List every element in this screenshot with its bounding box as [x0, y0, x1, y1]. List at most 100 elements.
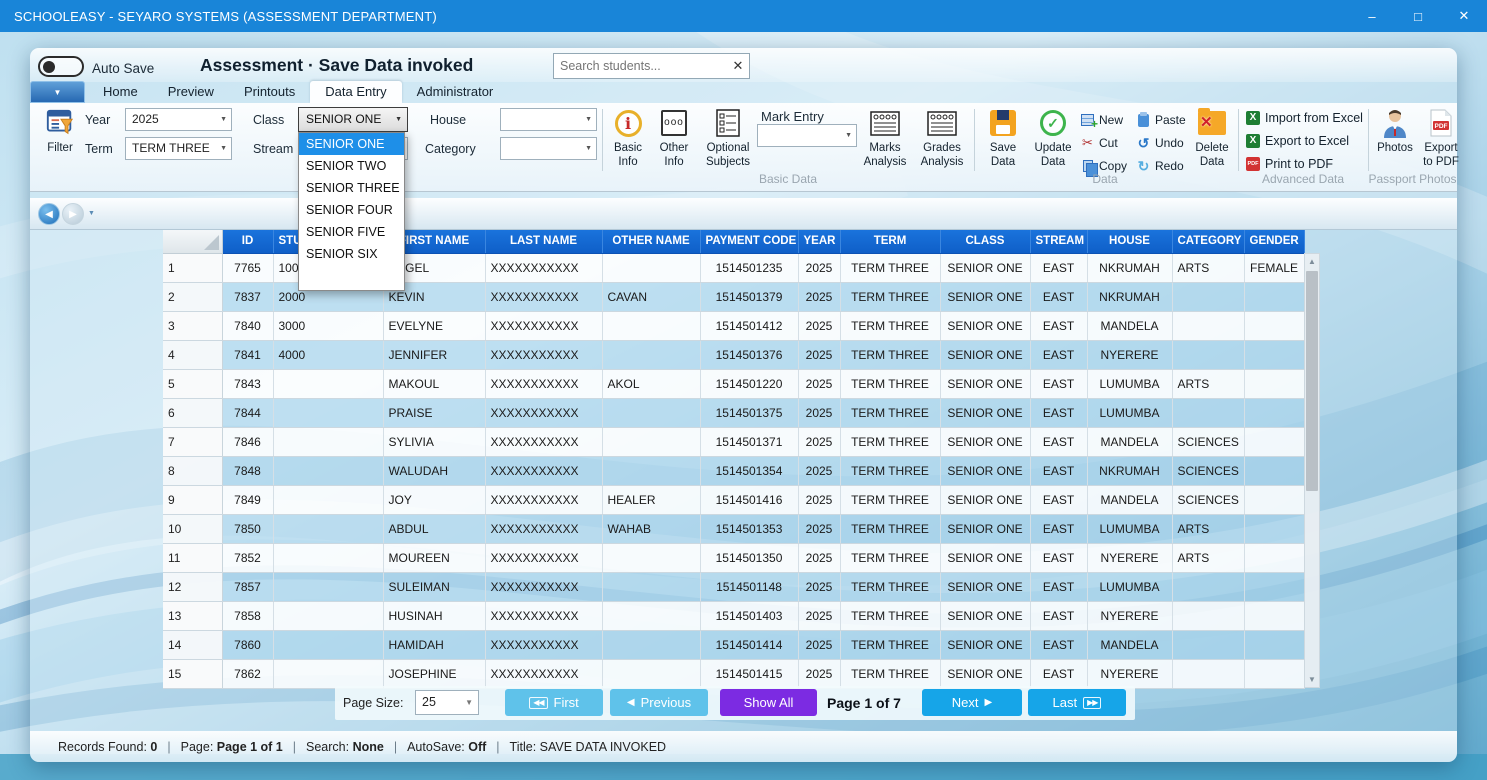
paste-button[interactable]: Paste [1136, 111, 1186, 129]
cell[interactable]: ABDUL [383, 514, 485, 543]
row-number[interactable]: 14 [163, 630, 222, 659]
cell[interactable]: 7843 [222, 369, 273, 398]
row-number[interactable]: 10 [163, 514, 222, 543]
cell[interactable]: 7862 [222, 659, 273, 688]
cell[interactable]: EAST [1030, 456, 1087, 485]
cell[interactable]: LUMUMBA [1087, 398, 1172, 427]
cell[interactable]: 7837 [222, 282, 273, 311]
cell[interactable]: HEALER [602, 485, 700, 514]
cell[interactable] [1244, 601, 1304, 630]
column-header[interactable]: STREAM [1030, 230, 1087, 253]
cell[interactable]: XXXXXXXXXXX [485, 253, 602, 282]
cell[interactable]: NYERERE [1087, 543, 1172, 572]
cell[interactable]: SCIENCES [1172, 485, 1244, 514]
delete-data-button[interactable]: Delete Data [1188, 107, 1236, 169]
class-select[interactable]: SENIOR ONE ▼ [298, 107, 408, 132]
class-option[interactable]: SENIOR SIX [299, 243, 404, 265]
cell[interactable]: EAST [1030, 514, 1087, 543]
cell[interactable] [602, 456, 700, 485]
tab-preview[interactable]: Preview [153, 81, 229, 103]
cell[interactable]: 1514501350 [700, 543, 798, 572]
cell[interactable]: LUMUMBA [1087, 514, 1172, 543]
cell[interactable]: 7846 [222, 427, 273, 456]
class-option[interactable]: SENIOR FOUR [299, 199, 404, 221]
row-number[interactable]: 5 [163, 369, 222, 398]
cell[interactable] [273, 369, 383, 398]
cell[interactable]: XXXXXXXXXXX [485, 340, 602, 369]
tab-printouts[interactable]: Printouts [229, 81, 310, 103]
cell[interactable]: ARTS [1172, 253, 1244, 282]
cell[interactable]: XXXXXXXXXXX [485, 282, 602, 311]
class-option[interactable]: SENIOR THREE [299, 177, 404, 199]
cell[interactable] [1172, 572, 1244, 601]
column-header[interactable]: TERM [840, 230, 940, 253]
cell[interactable]: TERM THREE [840, 282, 940, 311]
cell[interactable]: SCIENCES [1172, 456, 1244, 485]
table-row[interactable]: 127857SULEIMANXXXXXXXXXXX15145011482025T… [163, 572, 1304, 601]
cell[interactable]: TERM THREE [840, 340, 940, 369]
cell[interactable]: 2025 [798, 630, 840, 659]
cell[interactable] [602, 253, 700, 282]
column-header[interactable]: CATEGORY [1172, 230, 1244, 253]
cell[interactable]: MAKOUL [383, 369, 485, 398]
basic-info-button[interactable]: i Basic Info [606, 107, 650, 169]
cell[interactable]: 1514501354 [700, 456, 798, 485]
mark-entry-select[interactable]: ▼ [757, 124, 857, 147]
cell[interactable]: 1514501220 [700, 369, 798, 398]
cell[interactable]: ARTS [1172, 369, 1244, 398]
cell[interactable]: XXXXXXXXXXX [485, 572, 602, 601]
save-data-button[interactable]: Save Data [980, 107, 1026, 169]
cell[interactable]: EAST [1030, 659, 1087, 688]
column-header[interactable]: OTHER NAME [602, 230, 700, 253]
table-row[interactable]: 157862JOSEPHINEXXXXXXXXXXX15145014152025… [163, 659, 1304, 688]
cell[interactable]: MANDELA [1087, 427, 1172, 456]
cell[interactable] [1172, 282, 1244, 311]
cell[interactable]: SENIOR ONE [940, 485, 1030, 514]
select-all-corner[interactable] [163, 230, 222, 253]
cell[interactable]: SENIOR ONE [940, 601, 1030, 630]
last-page-button[interactable]: Last▶▶ [1028, 689, 1126, 716]
cell[interactable] [1244, 369, 1304, 398]
cell[interactable]: XXXXXXXXXXX [485, 659, 602, 688]
cell[interactable]: 1514501403 [700, 601, 798, 630]
cell[interactable] [1244, 543, 1304, 572]
table-row[interactable]: 57843MAKOULXXXXXXXXXXXAKOL15145012202025… [163, 369, 1304, 398]
table-row[interactable]: 378403000EVELYNEXXXXXXXXXXX1514501412202… [163, 311, 1304, 340]
cell[interactable]: EAST [1030, 340, 1087, 369]
row-number[interactable]: 2 [163, 282, 222, 311]
marks-analysis-button[interactable]: Marks Analysis [858, 107, 912, 169]
cell[interactable] [273, 427, 383, 456]
import-from-excel-button[interactable]: XImport from Excel [1246, 111, 1363, 125]
cell[interactable]: WALUDAH [383, 456, 485, 485]
cell[interactable] [273, 543, 383, 572]
cell[interactable]: XXXXXXXXXXX [485, 543, 602, 572]
cell[interactable]: EAST [1030, 485, 1087, 514]
cell[interactable]: 7858 [222, 601, 273, 630]
cell[interactable] [1172, 340, 1244, 369]
cell[interactable]: SCIENCES [1172, 427, 1244, 456]
cell[interactable]: 1514501371 [700, 427, 798, 456]
export-to-excel-button[interactable]: XExport to Excel [1246, 134, 1349, 148]
cell[interactable]: EAST [1030, 572, 1087, 601]
class-option[interactable]: SENIOR TWO [299, 155, 404, 177]
cell[interactable] [1172, 398, 1244, 427]
cell[interactable]: TERM THREE [840, 311, 940, 340]
cell[interactable]: XXXXXXXXXXX [485, 630, 602, 659]
cell[interactable]: SENIOR ONE [940, 543, 1030, 572]
table-row[interactable]: 137858HUSINAHXXXXXXXXXXX15145014032025TE… [163, 601, 1304, 630]
row-number[interactable]: 6 [163, 398, 222, 427]
search-clear-icon[interactable]: ✕ [727, 58, 749, 74]
cell[interactable]: TERM THREE [840, 659, 940, 688]
cell[interactable]: NKRUMAH [1087, 456, 1172, 485]
cell[interactable] [273, 659, 383, 688]
table-row[interactable]: 117852MOUREENXXXXXXXXXXX15145013502025TE… [163, 543, 1304, 572]
column-header[interactable]: PAYMENT CODE [700, 230, 798, 253]
cell[interactable] [1172, 659, 1244, 688]
vertical-scrollbar[interactable]: ▲ ▼ [1304, 253, 1320, 688]
cell[interactable]: TERM THREE [840, 427, 940, 456]
cell[interactable]: AKOL [602, 369, 700, 398]
new-button[interactable]: New [1080, 111, 1123, 129]
column-header[interactable]: LAST NAME [485, 230, 602, 253]
cell[interactable]: 7841 [222, 340, 273, 369]
tab-administrator[interactable]: Administrator [402, 81, 509, 103]
